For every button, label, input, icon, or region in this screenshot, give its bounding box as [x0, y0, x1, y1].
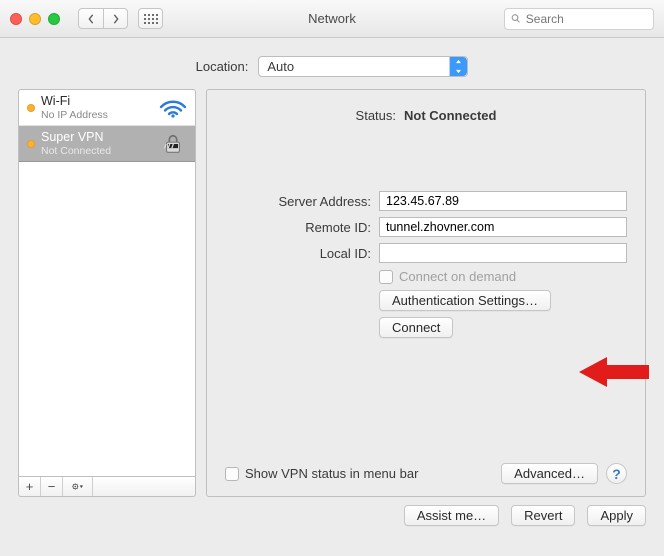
minus-icon: −: [48, 479, 56, 494]
local-id-input[interactable]: [379, 243, 627, 263]
detail-panel: Status: Not Connected Server Address: Re…: [206, 89, 646, 497]
grid-icon: [144, 14, 158, 24]
minimize-window-button[interactable]: [29, 13, 41, 25]
status-dot-icon: [27, 104, 35, 112]
server-address-row: Server Address:: [225, 191, 627, 211]
location-select[interactable]: Auto: [258, 56, 468, 77]
item-text: Super VPN Not Connected: [41, 130, 153, 156]
nav-back-forward: [78, 8, 128, 29]
traffic-lights: [10, 13, 60, 25]
chevron-down-icon: [450, 67, 467, 77]
item-name: Super VPN: [41, 130, 153, 144]
sidebar-item-vpn[interactable]: Super VPN Not Connected: [19, 126, 195, 162]
close-window-button[interactable]: [10, 13, 22, 25]
item-sub: Not Connected: [41, 145, 153, 157]
apply-button[interactable]: Apply: [587, 505, 646, 526]
search-field[interactable]: [504, 8, 654, 30]
forward-button[interactable]: [103, 8, 128, 29]
main-split: Wi-Fi No IP Address Super VPN Not Co: [0, 89, 664, 505]
item-text: Wi-Fi No IP Address: [41, 94, 153, 120]
show-all-prefs-button[interactable]: [138, 8, 163, 29]
window-footer: Assist me… Revert Apply: [0, 505, 664, 540]
connect-button[interactable]: Connect: [379, 317, 453, 338]
gear-icon: [72, 481, 83, 492]
assist-me-button[interactable]: Assist me…: [404, 505, 499, 526]
item-name: Wi-Fi: [41, 94, 153, 108]
connect-on-demand-checkbox[interactable]: [379, 270, 393, 284]
search-icon: [511, 13, 521, 24]
authentication-settings-button[interactable]: Authentication Settings…: [379, 290, 551, 311]
server-address-input[interactable]: [379, 191, 627, 211]
connect-on-demand-label: Connect on demand: [399, 269, 516, 284]
lock-icon: [159, 134, 187, 154]
sidebar-item-wifi[interactable]: Wi-Fi No IP Address: [19, 90, 195, 126]
connect-on-demand-row: Connect on demand: [379, 269, 627, 284]
back-button[interactable]: [78, 8, 103, 29]
interface-list-tools: + −: [18, 477, 196, 497]
remote-id-row: Remote ID:: [225, 217, 627, 237]
local-id-label: Local ID:: [225, 246, 371, 261]
help-button[interactable]: ?: [606, 463, 627, 484]
plus-icon: +: [26, 479, 34, 494]
remote-id-input[interactable]: [379, 217, 627, 237]
status-value: Not Connected: [404, 108, 496, 123]
window-titlebar: Network: [0, 0, 664, 38]
status-label: Status:: [356, 108, 396, 123]
interface-sidebar: Wi-Fi No IP Address Super VPN Not Co: [18, 89, 196, 497]
search-input[interactable]: [526, 12, 647, 26]
window-title: Network: [308, 11, 356, 26]
interface-list: Wi-Fi No IP Address Super VPN Not Co: [18, 89, 196, 477]
advanced-button[interactable]: Advanced…: [501, 463, 598, 484]
chevron-up-icon: [450, 57, 467, 67]
connection-status: Status: Not Connected: [225, 108, 627, 123]
remote-id-label: Remote ID:: [225, 220, 371, 235]
revert-button[interactable]: Revert: [511, 505, 575, 526]
connect-row: Connect: [379, 317, 627, 338]
server-address-label: Server Address:: [225, 194, 371, 209]
panel-footer: Show VPN status in menu bar Advanced… ?: [225, 463, 627, 484]
remove-interface-button[interactable]: −: [41, 477, 63, 496]
zoom-window-button[interactable]: [48, 13, 60, 25]
item-sub: No IP Address: [41, 109, 153, 121]
location-value: Auto: [267, 59, 294, 74]
status-dot-icon: [27, 140, 35, 148]
wifi-icon: [159, 98, 187, 118]
local-id-row: Local ID:: [225, 243, 627, 263]
add-interface-button[interactable]: +: [19, 477, 41, 496]
show-vpn-status-checkbox[interactable]: [225, 467, 239, 481]
interface-options-button[interactable]: [63, 477, 93, 496]
annotation-arrow: [579, 352, 649, 392]
location-label: Location:: [196, 59, 249, 74]
show-vpn-status-label: Show VPN status in menu bar: [245, 466, 418, 481]
location-row: Location: Auto: [0, 38, 664, 89]
auth-settings-row: Authentication Settings…: [379, 290, 627, 311]
select-stepper[interactable]: [449, 57, 467, 76]
